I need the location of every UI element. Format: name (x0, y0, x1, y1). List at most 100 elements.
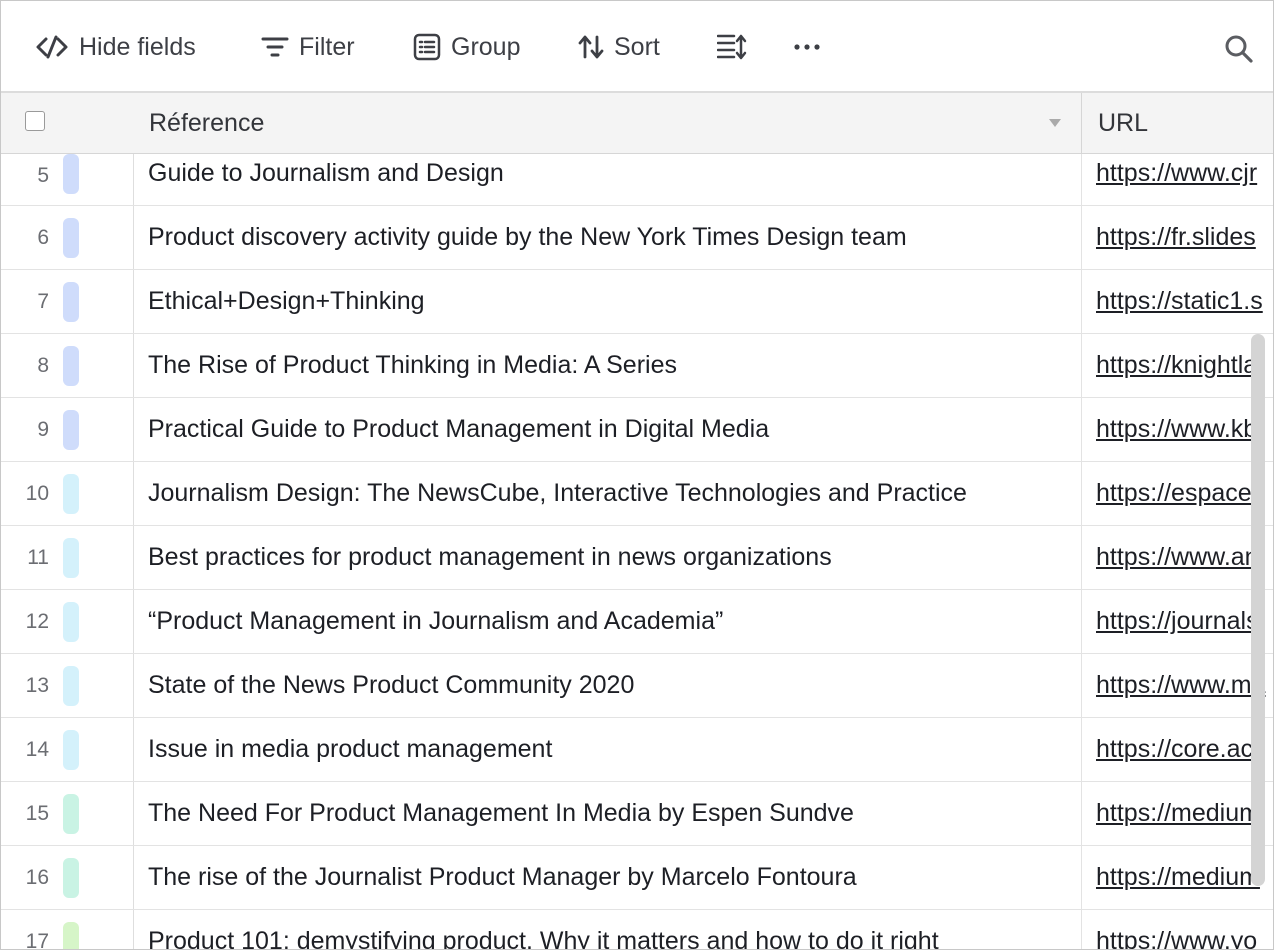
column-divider (133, 334, 134, 397)
group-label: Group (451, 32, 521, 61)
column-divider (133, 910, 134, 949)
url-cell-link[interactable]: https://espace. (1096, 479, 1273, 508)
column-divider (1081, 654, 1082, 717)
column-divider (133, 782, 134, 845)
hide-fields-label: Hide fields (79, 32, 196, 61)
url-cell-link[interactable]: https://fr.slides (1096, 223, 1273, 252)
sort-label: Sort (614, 32, 660, 61)
row-height-button[interactable] (717, 29, 747, 65)
column-divider (1081, 270, 1082, 333)
url-cell-link[interactable]: https://static1.s (1096, 287, 1273, 316)
column-divider (133, 846, 134, 909)
hide-fields-icon (36, 35, 68, 59)
reference-cell[interactable]: Guide to Journalism and Design (148, 159, 504, 188)
table-row[interactable]: 13 State of the News Product Community 20… (1, 654, 1273, 718)
url-cell-link[interactable]: https://www.yo (1096, 927, 1273, 949)
column-divider (1081, 526, 1082, 589)
row-number: 10 (25, 482, 49, 505)
reference-cell[interactable]: Best practices for product management in… (148, 543, 832, 572)
url-cell-link[interactable]: https://medium (1096, 863, 1273, 892)
url-cell-link[interactable]: https://www.ma (1096, 671, 1273, 700)
grid-view: Hide fields Filter Group Sort Réference … (0, 0, 1274, 950)
reference-cell[interactable]: The Rise of Product Thinking in Media: A… (148, 351, 677, 380)
column-divider (133, 654, 134, 717)
vertical-scrollbar[interactable] (1251, 334, 1265, 886)
row-number: 16 (25, 866, 49, 889)
reference-cell[interactable]: “Product Management in Journalism and Ac… (148, 607, 723, 636)
url-cell-link[interactable]: https://www.an (1096, 543, 1273, 572)
url-cell-link[interactable]: https://www.kb (1096, 415, 1273, 444)
reference-cell[interactable]: Ethical+Design+Thinking (148, 287, 425, 316)
sort-icon (578, 35, 604, 59)
reference-cell[interactable]: State of the News Product Community 2020 (148, 671, 634, 700)
table-row[interactable]: 9 Practical Guide to Product Management i… (1, 398, 1273, 462)
reference-cell[interactable]: The rise of the Journalist Product Manag… (148, 863, 857, 892)
url-cell-link[interactable]: https://journals (1096, 607, 1273, 636)
row-color-indicator (63, 410, 79, 450)
table-row[interactable]: 12 “Product Management in Journalism and … (1, 590, 1273, 654)
column-divider (133, 718, 134, 781)
column-divider (1081, 782, 1082, 845)
reference-cell[interactable]: Product 101: demystifying product. Why i… (148, 927, 939, 949)
table-row[interactable]: 7 Ethical+Design+Thinking https://static1.… (1, 270, 1273, 334)
url-cell-link[interactable]: https://knightla (1096, 351, 1273, 380)
column-divider (1081, 398, 1082, 461)
column-dropdown-icon[interactable] (1049, 119, 1061, 127)
row-number: 13 (25, 674, 49, 697)
table-row[interactable]: 10 Journalism Design: The NewsCube, Inter… (1, 462, 1273, 526)
row-number: 9 (37, 418, 49, 441)
column-divider (1081, 718, 1082, 781)
reference-cell[interactable]: Journalism Design: The NewsCube, Interac… (148, 479, 967, 508)
reference-cell[interactable]: Issue in media product management (148, 735, 552, 764)
search-button[interactable] (1224, 31, 1254, 67)
row-color-indicator (63, 922, 79, 949)
row-color-indicator (63, 666, 79, 706)
table-row[interactable]: 15 The Need For Product Management In Med… (1, 782, 1273, 846)
column-divider (133, 526, 134, 589)
reference-column-header[interactable]: Réference (149, 109, 264, 138)
column-divider (1081, 334, 1082, 397)
row-color-indicator (63, 154, 79, 194)
more-options-button[interactable] (794, 29, 820, 65)
url-cell-link[interactable]: https://medium (1096, 799, 1273, 828)
column-divider (1081, 590, 1082, 653)
select-all-checkbox[interactable] (25, 111, 45, 131)
column-divider (133, 206, 134, 269)
row-color-indicator (63, 346, 79, 386)
table-row[interactable]: 8 The Rise of Product Thinking in Media: … (1, 334, 1273, 398)
table-header: Réference URL (1, 93, 1273, 154)
row-color-indicator (63, 218, 79, 258)
row-number: 6 (37, 226, 49, 249)
column-divider (1081, 846, 1082, 909)
row-number: 15 (25, 802, 49, 825)
table-row[interactable]: 14 Issue in media product management https… (1, 718, 1273, 782)
row-number: 14 (25, 738, 49, 761)
row-number: 11 (27, 546, 49, 569)
reference-cell[interactable]: Practical Guide to Product Management in… (148, 415, 769, 444)
reference-cell[interactable]: The Need For Product Management In Media… (148, 799, 854, 828)
table-row[interactable]: 6 Product discovery activity guide by the… (1, 206, 1273, 270)
reference-cell[interactable]: Product discovery activity guide by the … (148, 223, 907, 252)
table-row[interactable]: 17 Product 101: demystifying product. Why… (1, 910, 1273, 949)
url-cell-link[interactable]: https://core.ac (1096, 735, 1273, 764)
group-button[interactable]: Group (413, 29, 520, 65)
url-cell-link[interactable]: https://www.cjr (1096, 159, 1273, 188)
row-color-indicator (63, 858, 79, 898)
row-color-indicator (63, 730, 79, 770)
column-divider (1081, 462, 1082, 525)
row-color-indicator (63, 474, 79, 514)
table-row[interactable]: 11 Best practices for product management … (1, 526, 1273, 590)
row-color-indicator (63, 794, 79, 834)
table-body: 5 Guide to Journalism and Design https://w… (1, 154, 1273, 949)
group-icon (413, 33, 441, 61)
sort-button[interactable]: Sort (578, 29, 660, 65)
url-column-header[interactable]: URL (1098, 109, 1148, 138)
filter-button[interactable]: Filter (261, 29, 355, 65)
row-number: 12 (25, 610, 49, 633)
table-row[interactable]: 5 Guide to Journalism and Design https://w… (1, 154, 1273, 206)
hide-fields-button[interactable]: Hide fields (35, 29, 196, 65)
row-number: 17 (25, 930, 49, 949)
more-icon (794, 44, 820, 50)
column-divider (1081, 206, 1082, 269)
table-row[interactable]: 16 The rise of the Journalist Product Man… (1, 846, 1273, 910)
